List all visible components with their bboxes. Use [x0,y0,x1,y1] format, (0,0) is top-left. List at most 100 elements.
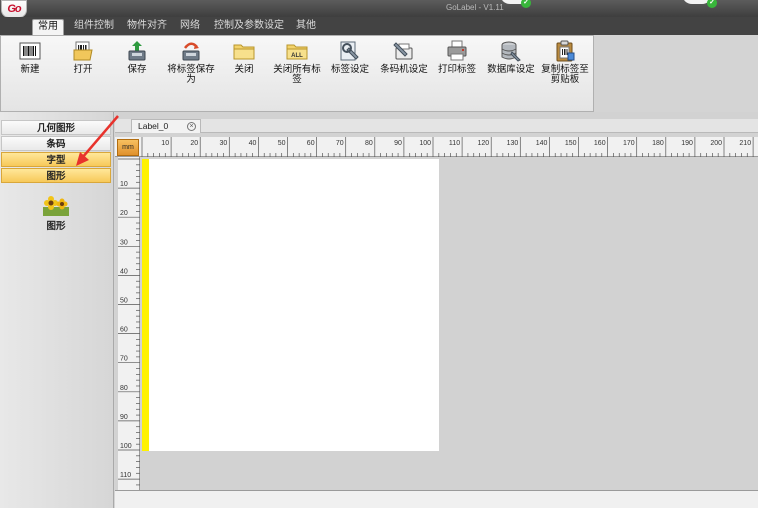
ruler-label: 50 [278,140,286,147]
label-settings-label: 标签设定 [330,64,369,75]
ruler-label: 200 [710,140,722,147]
title-bar: Go GoLabel - V1.11 ✓ ✓ [0,0,758,18]
ruler-label: 210 [739,140,751,147]
print-icon [447,40,467,61]
ruler-label: 40 [120,268,128,275]
save-as-button[interactable]: 将标签保存为 [163,40,219,104]
app-logo[interactable]: Go [1,0,27,18]
close-button[interactable]: 关闭 [216,40,272,104]
logo-text: Go [7,3,21,15]
status-bar [115,490,758,508]
save-icon [128,41,146,61]
ribbon-empty-area [594,35,758,112]
ruler-label: 70 [336,140,344,147]
label-settings-button[interactable]: 标签设定 [322,40,378,104]
ribbon-tabs: 常用 组件控制 物件对齐 网络 控制及参数设定 其他 [0,17,758,35]
close-tab-icon[interactable]: × [187,122,196,131]
tab-other[interactable]: 其他 [292,19,320,35]
tab-component-control[interactable]: 组件控制 [70,19,118,35]
graphic-tool-label: 图形 [46,221,66,232]
save-as-icon [182,42,200,61]
barcode-new-icon [19,42,41,60]
ruler-label: 100 [419,140,431,147]
check-icon: ✓ [521,0,531,8]
close-label: 关闭 [234,64,254,75]
open-label: 打开 [73,64,93,75]
document-tab-label: Label_0 [138,121,169,131]
new-button[interactable]: 新建 [2,40,58,104]
open-folder-icon [73,41,93,61]
open-button[interactable]: 打开 [55,40,111,104]
ruler-label: 90 [394,140,402,147]
svg-text:ALL: ALL [291,53,303,59]
vertical-ruler: 10 20 30 40 50 60 70 80 90 100 110 [118,157,140,496]
save-as-label: 将标签保存为 [167,64,215,85]
print-label: 打印标签 [437,64,476,75]
ruler-label: 30 [220,140,228,147]
ruler-label: 60 [307,140,315,147]
ruler-label: 160 [594,140,606,147]
ruler-label: 180 [652,140,664,147]
category-geometry[interactable]: 几何图形 [1,120,111,135]
unit-selector[interactable]: mm [117,139,139,156]
check-icon: ✓ [707,0,717,8]
print-button[interactable]: 打印标签 [429,40,485,104]
category-graphics[interactable]: 图形 [1,168,111,183]
golabel-window: Go GoLabel - V1.11 ✓ ✓ 常用 组件控制 物件对齐 网络 控… [0,0,758,508]
ruler-label: 120 [478,140,490,147]
document-tab[interactable]: Label_0 × [131,119,201,133]
tab-common[interactable]: 常用 [32,19,64,35]
ruler-label: 100 [120,443,132,450]
save-button[interactable]: 保存 [109,40,165,104]
new-label: 新建 [20,64,40,75]
copy-to-clipboard-label: 复制标签至剪贴板 [541,64,589,85]
ruler-label: 170 [623,140,635,147]
tab-control-params[interactable]: 控制及参数设定 [212,19,286,35]
flower-image-icon [43,196,69,216]
tab-object-align[interactable]: 物件对齐 [124,19,170,35]
printer-settings-button[interactable]: 条码机设定 [376,40,432,104]
ruler-label: 60 [120,327,128,334]
label-settings-icon [340,41,359,61]
ruler-label: 10 [120,181,128,188]
copy-to-clipboard-button[interactable]: 复制标签至剪贴板 [537,40,593,104]
ruler-label: 140 [536,140,548,147]
category-font[interactable]: 字型 [1,152,111,167]
ruler-label: 80 [120,385,128,392]
database-settings-button[interactable]: 数据库设定 [483,40,539,104]
close-folder-icon [233,44,255,60]
close-all-label: 关闭所有标签 [273,64,321,85]
category-barcode[interactable]: 条码 [1,136,111,151]
ruler-label: 150 [565,140,577,147]
object-panel: 几何图形 条码 字型 图形 图形 [0,112,114,508]
horizontal-ruler: mm 10 20 30 40 50 60 70 80 90 100 110 120 130 140 150 1… [115,137,758,157]
horizontal-ruler-scale: 10 20 30 40 50 60 70 80 90 100 110 120 130 140 150 160 1… [141,137,754,157]
label-canvas[interactable] [142,159,439,451]
database-icon [501,41,521,62]
ruler-label: 70 [120,356,128,363]
ruler-label: 10 [161,140,169,147]
ruler-label: 20 [190,140,198,147]
tab-network[interactable]: 网络 [176,19,204,35]
document-area: Label_0 × mm 10 20 30 40 50 60 70 80 90 100 110 120… [115,112,758,508]
close-all-icon: ALL [286,44,308,60]
ruler-label: 30 [120,239,128,246]
ruler-label: 20 [120,210,128,217]
ruler-label: 110 [120,472,131,479]
save-label: 保存 [127,64,147,75]
ruler-label: 40 [249,140,257,147]
ruler-label: 110 [449,140,460,147]
ruler-label: 190 [681,140,693,147]
ruler-label: 80 [365,140,373,147]
vertical-ruler-scale: 10 20 30 40 50 60 70 80 90 100 110 [118,158,140,492]
document-tabs: Label_0 × [115,119,758,133]
graphic-tool[interactable]: 图形 [38,194,74,232]
printer-settings-icon [393,42,413,60]
ruler-label: 90 [120,414,128,421]
ribbon-toolbar: 新建 打开 保存 将标签保存为 关闭 ALL 关闭所有标签 标签设定 条码机设定 [0,35,594,112]
window-title: GoLabel - V1.11 [446,3,504,12]
ruler-label: 130 [507,140,519,147]
clipboard-icon [556,40,575,62]
close-all-button[interactable]: ALL 关闭所有标签 [269,40,325,104]
printer-settings-label: 条码机设定 [380,64,428,75]
